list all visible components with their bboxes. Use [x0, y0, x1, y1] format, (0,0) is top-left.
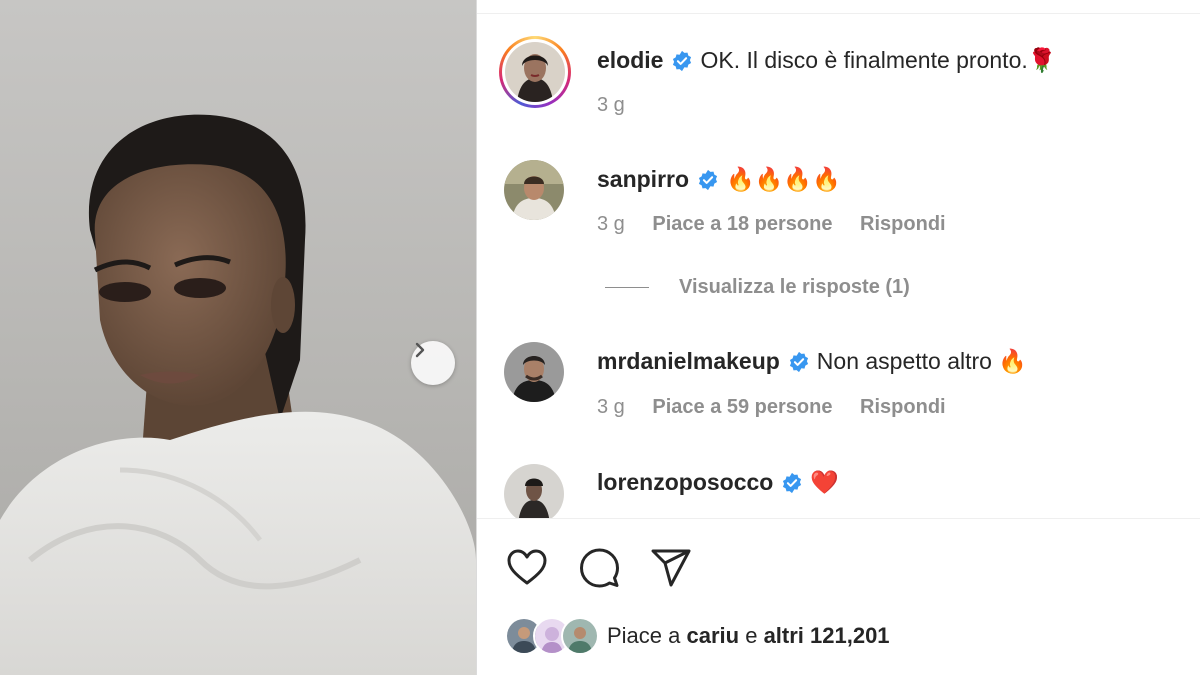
post-image — [0, 114, 476, 675]
avatar-lorenzoposocco[interactable] — [504, 464, 564, 518]
heart-icon[interactable] — [505, 546, 549, 590]
replies-dash — [605, 287, 649, 288]
comment-time: 3 g — [597, 396, 625, 418]
reply-button[interactable]: Rispondi — [860, 213, 946, 235]
verified-badge-icon — [783, 472, 802, 493]
avatar-image — [504, 342, 564, 402]
comment-text: OK. Il disco è finalmente pronto.🌹 — [700, 47, 1057, 73]
comment-likes-link[interactable]: Piace a 59 persone — [652, 396, 832, 418]
reply-button[interactable]: Rispondi — [860, 396, 946, 418]
avatar-elodie[interactable] — [499, 36, 571, 108]
avatar-image — [505, 42, 565, 102]
view-replies-button[interactable]: Visualizza le risposte (1) — [605, 276, 910, 299]
post-photo[interactable] — [0, 0, 476, 675]
verified-badge-icon — [698, 169, 718, 190]
liker-avatar — [561, 617, 599, 655]
avatar-image — [504, 160, 564, 220]
post-actions — [505, 546, 693, 590]
comment-time: 3 g — [597, 213, 625, 235]
likes-prefix: Piace a — [607, 623, 687, 648]
comment-time: 3 g — [597, 94, 625, 116]
comment-username[interactable]: lorenzoposocco — [597, 469, 773, 496]
comment-text: ❤️ — [810, 469, 839, 495]
verified-badge-icon — [789, 351, 808, 372]
comment-username[interactable]: sanpirro — [597, 166, 689, 193]
likes-text: Piace a cariu e altri 121,201 — [607, 623, 890, 649]
likes-count-link[interactable]: altri 121,201 — [764, 623, 890, 648]
comment-bubble-icon[interactable] — [577, 546, 621, 590]
comment-text: 🔥🔥🔥🔥 — [726, 166, 841, 192]
next-photo-button[interactable] — [411, 341, 455, 385]
avatar-sanpirro[interactable] — [504, 160, 564, 220]
comments-list[interactable]: elodie OK. Il disco è finalmente pronto.… — [477, 14, 1200, 518]
paper-plane-icon[interactable] — [649, 546, 693, 590]
comment-text: Non aspetto altro 🔥 — [816, 348, 1027, 374]
liker-username[interactable]: cariu — [687, 623, 740, 648]
avatar-mrdanielmakeup[interactable] — [504, 342, 564, 402]
likes-connector: e — [739, 623, 764, 648]
view-replies-label: Visualizza le risposte (1) — [679, 276, 910, 298]
avatar-image — [504, 464, 564, 518]
comment-likes-link[interactable]: Piace a 18 persone — [652, 213, 832, 235]
verified-badge-icon — [673, 50, 692, 71]
actions-divider — [477, 518, 1200, 519]
comment-username[interactable]: elodie — [597, 47, 663, 74]
likes-summary: Piace a cariu e altri 121,201 — [505, 617, 890, 655]
chevron-right-icon — [415, 342, 425, 358]
comment-username[interactable]: mrdanielmakeup — [597, 348, 780, 375]
comments-panel: elodie OK. Il disco è finalmente pronto.… — [477, 0, 1200, 675]
